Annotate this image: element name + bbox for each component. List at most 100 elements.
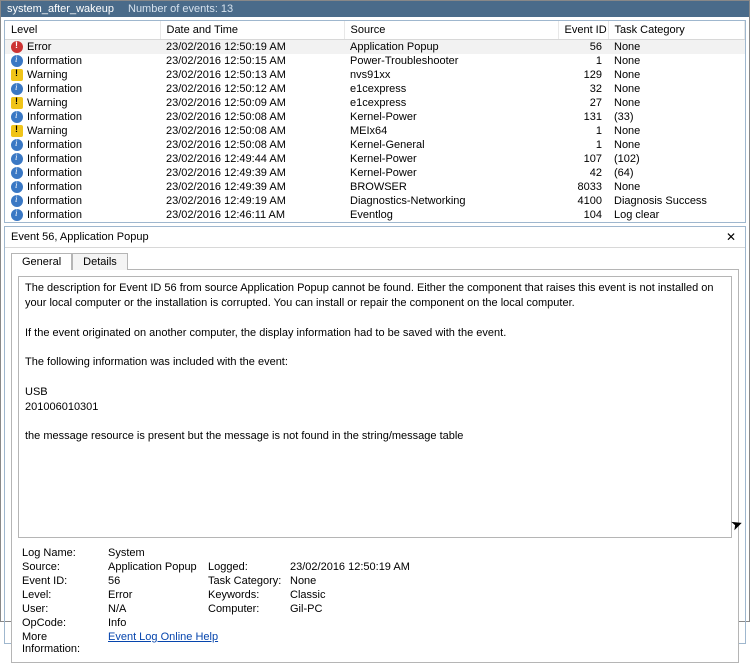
- level-text: Information: [27, 195, 82, 207]
- source-cell: Kernel-Power: [344, 110, 558, 124]
- table-header-row[interactable]: Level Date and Time Source Event ID Task…: [5, 21, 745, 40]
- level-text: Information: [27, 181, 82, 193]
- prop-value: 23/02/2016 12:50:19 AM: [290, 561, 410, 573]
- info-icon: [11, 83, 23, 95]
- info-icon: [11, 139, 23, 151]
- prop-label: Computer:: [208, 603, 290, 615]
- task-cell: (33): [608, 110, 745, 124]
- detail-title-bar: Event 56, Application Popup ✕: [5, 227, 745, 248]
- table-row[interactable]: Information23/02/2016 12:50:12 AMe1cexpr…: [5, 82, 745, 96]
- level-text: Information: [27, 139, 82, 151]
- prop-value: None: [290, 575, 316, 587]
- prop-value: Gil-PC: [290, 603, 322, 615]
- close-icon[interactable]: ✕: [723, 230, 739, 244]
- table-row[interactable]: Information23/02/2016 12:49:39 AMKernel-…: [5, 166, 745, 180]
- event-properties: Log Name: System Source: Application Pop…: [22, 546, 728, 656]
- tab-general[interactable]: General: [11, 253, 72, 270]
- date-cell: 23/02/2016 12:49:19 AM: [160, 194, 344, 208]
- date-cell: 23/02/2016 12:50:08 AM: [160, 124, 344, 138]
- level-text: Error: [27, 41, 51, 53]
- source-cell: Power-Troubleshooter: [344, 54, 558, 68]
- table-row[interactable]: Information 23/02/2016 12:50:08 AMKernel-…: [5, 110, 745, 124]
- table-row[interactable]: Information23/02/2016 12:49:44 AMKernel-…: [5, 152, 745, 166]
- info-icon: [11, 167, 23, 179]
- date-cell: 23/02/2016 12:50:08 AM: [160, 110, 344, 124]
- source-cell: MEIx64: [344, 124, 558, 138]
- task-cell: None: [608, 124, 745, 138]
- table-row[interactable]: Information 23/02/2016 12:50:15 AMPower-T…: [5, 54, 745, 68]
- prop-label: More Information:: [22, 631, 108, 655]
- date-cell: 23/02/2016 12:50:09 AM: [160, 96, 344, 110]
- eventid-cell: 129: [558, 68, 608, 82]
- table-row[interactable]: Warning23/02/2016 12:50:09 AMe1cexpress2…: [5, 96, 745, 110]
- col-eventid[interactable]: Event ID: [558, 21, 608, 40]
- eventid-cell: 42: [558, 166, 608, 180]
- task-cell: None: [608, 82, 745, 96]
- date-cell: 23/02/2016 12:50:19 AM: [160, 40, 344, 55]
- task-cell: Diagnosis Success: [608, 194, 745, 208]
- prop-label: Keywords:: [208, 589, 290, 601]
- eventid-cell: 104: [558, 208, 608, 222]
- desc-line: If the event originated on another compu…: [25, 326, 725, 341]
- table-row[interactable]: Information23/02/2016 12:50:08 AMKernel-…: [5, 138, 745, 152]
- prop-value: System: [108, 547, 208, 559]
- col-source[interactable]: Source: [344, 21, 558, 40]
- date-cell: 23/02/2016 12:49:44 AM: [160, 152, 344, 166]
- source-cell: e1cexpress: [344, 96, 558, 110]
- table-row[interactable]: Information23/02/2016 12:46:11 AMEventlo…: [5, 208, 745, 222]
- info-icon: [11, 153, 23, 165]
- events-table: Level Date and Time Source Event ID Task…: [5, 21, 745, 222]
- table-row[interactable]: Information 23/02/2016 12:49:19 AM Diagnos…: [5, 194, 745, 208]
- col-level[interactable]: Level: [5, 21, 160, 40]
- level-text: Information: [27, 55, 82, 67]
- eventid-cell: 107: [558, 152, 608, 166]
- file-name: system_after_wakeup: [7, 3, 114, 15]
- level-text: Information: [27, 153, 82, 165]
- detail-title: Event 56, Application Popup: [11, 231, 149, 243]
- warn-icon: [11, 69, 23, 81]
- table-row[interactable]: Warning23/02/2016 12:50:08 AMMEIx641None: [5, 124, 745, 138]
- eventid-cell: 32: [558, 82, 608, 96]
- info-icon: [11, 55, 23, 67]
- table-row[interactable]: Information 23/02/2016 12:49:39 AMBROWSER…: [5, 180, 745, 194]
- prop-label: Log Name:: [22, 547, 108, 559]
- prop-label: Event ID:: [22, 575, 108, 587]
- table-row[interactable]: Warning23/02/2016 12:50:13 AMnvs91xx129N…: [5, 68, 745, 82]
- level-text: Information: [27, 83, 82, 95]
- eventid-cell: 56: [558, 40, 608, 55]
- task-cell: None: [608, 68, 745, 82]
- date-cell: 23/02/2016 12:50:12 AM: [160, 82, 344, 96]
- title-bar: system_after_wakeup Number of events: 13: [1, 1, 749, 17]
- col-date[interactable]: Date and Time: [160, 21, 344, 40]
- source-cell: Eventlog: [344, 208, 558, 222]
- prop-value: N/A: [108, 603, 208, 615]
- table-row[interactable]: Error23/02/2016 12:50:19 AMApplication P…: [5, 40, 745, 55]
- tab-strip: General Details: [5, 248, 745, 269]
- prop-label: Task Category:: [208, 575, 290, 587]
- info-icon: [11, 111, 23, 123]
- task-cell: None: [608, 96, 745, 110]
- event-description: The description for Event ID 56 from sou…: [18, 276, 732, 538]
- prop-label: User:: [22, 603, 108, 615]
- col-task[interactable]: Task Category: [608, 21, 745, 40]
- source-cell: BROWSER: [344, 180, 558, 194]
- prop-label: Logged:: [208, 561, 290, 573]
- eventid-cell: 1: [558, 54, 608, 68]
- date-cell: 23/02/2016 12:50:08 AM: [160, 138, 344, 152]
- level-text: Warning: [27, 125, 68, 137]
- prop-value: Error: [108, 589, 208, 601]
- help-link[interactable]: Event Log Online Help: [108, 631, 218, 655]
- event-list-pane: Level Date and Time Source Event ID Task…: [4, 20, 746, 223]
- level-text: Warning: [27, 69, 68, 81]
- prop-value: Classic: [290, 589, 325, 601]
- date-cell: 23/02/2016 12:49:39 AM: [160, 180, 344, 194]
- desc-line: The following information was included w…: [25, 355, 725, 370]
- tab-details[interactable]: Details: [72, 253, 128, 270]
- tab-body: The description for Event ID 56 from sou…: [11, 269, 739, 663]
- error-icon: [11, 41, 23, 53]
- level-text: Information: [27, 167, 82, 179]
- date-cell: 23/02/2016 12:49:39 AM: [160, 166, 344, 180]
- level-text: Information: [27, 111, 82, 123]
- date-cell: 23/02/2016 12:50:15 AM: [160, 54, 344, 68]
- task-cell: None: [608, 40, 745, 55]
